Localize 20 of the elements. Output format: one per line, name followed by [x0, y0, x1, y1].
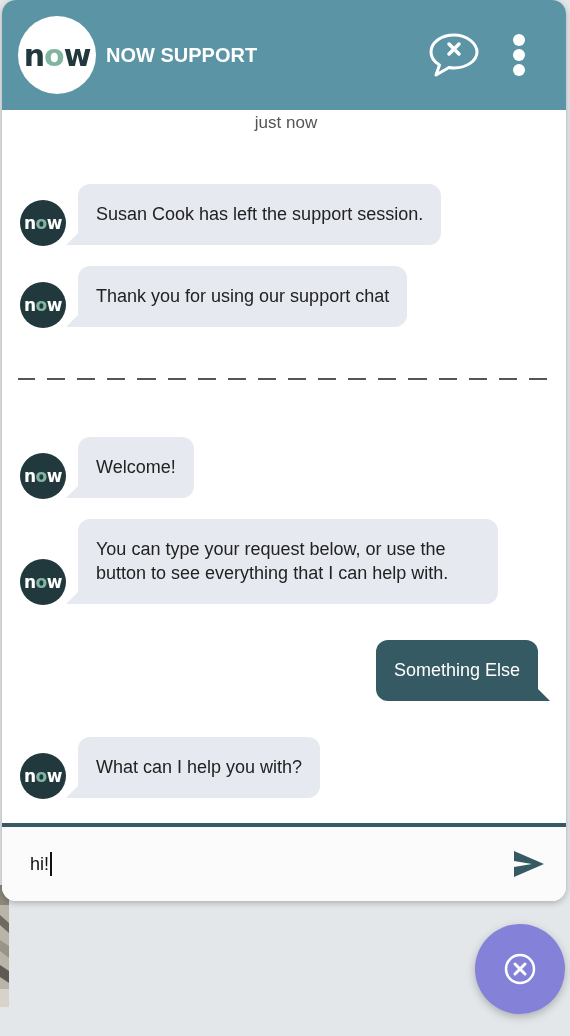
- message-input[interactable]: hi!: [30, 853, 49, 875]
- close-chat-button[interactable]: [475, 924, 565, 1014]
- bot-avatar: now: [20, 559, 66, 605]
- user-message: Something Else: [375, 640, 550, 701]
- timestamp: just now: [253, 113, 319, 133]
- bot-avatar: now: [20, 282, 66, 328]
- bot-avatar: now: [20, 200, 66, 246]
- bot-avatar: now: [20, 753, 66, 799]
- bot-message: Welcome!: [66, 437, 194, 498]
- chat-title: NOW SUPPORT: [106, 43, 259, 67]
- more-options-icon[interactable]: [512, 33, 526, 77]
- end-chat-icon[interactable]: [428, 32, 480, 78]
- close-icon: [504, 953, 536, 985]
- bot-message: Susan Cook has left the support session.: [66, 184, 442, 245]
- bot-message: Thank you for using our support chat: [66, 266, 408, 327]
- bot-avatar: now: [20, 453, 66, 499]
- logo: now: [18, 16, 96, 94]
- bot-message: You can type your request below, or use the button to see everything that I can help with.: [66, 519, 498, 604]
- send-icon[interactable]: [514, 851, 544, 877]
- bot-message: What can I help you with?: [66, 737, 321, 798]
